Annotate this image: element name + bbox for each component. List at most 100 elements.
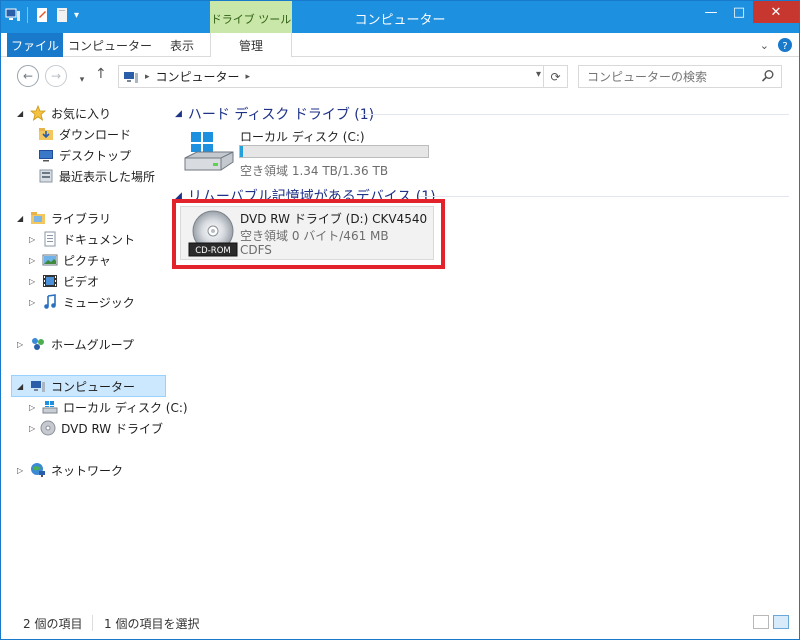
forward-button[interactable]: → bbox=[45, 65, 67, 87]
drive-tile-local-disk[interactable]: ローカル ディスク (C:) 空き領域 1.34 TB/1.36 TB bbox=[169, 124, 439, 178]
title-bar: ▾ ドライブ ツール コンピューター — □ ✕ bbox=[1, 1, 799, 33]
collapse-arrow-icon[interactable]: ◢ bbox=[17, 382, 25, 391]
group-title: ハード ディスク ドライブ (1) bbox=[187, 107, 375, 123]
nav-label: ミュージック bbox=[63, 295, 135, 310]
tiles-view-icon[interactable] bbox=[773, 615, 789, 629]
computer-icon bbox=[124, 71, 138, 83]
expand-arrow-icon[interactable]: ▷ bbox=[29, 235, 37, 244]
address-history-dropdown[interactable]: ▾ bbox=[536, 69, 541, 80]
address-bar[interactable]: ▸ コンピューター ▸ ▾ ⟳ bbox=[118, 65, 568, 88]
navigation-pane: ◢ お気に入り ダウンロード デスクトップ 最近表示した場所 ◢ ライブラリ ▷… bbox=[1, 97, 188, 607]
libraries-icon bbox=[31, 212, 45, 224]
search-input[interactable] bbox=[587, 69, 757, 84]
music-icon bbox=[44, 294, 56, 309]
nav-desktop[interactable]: デスクトップ bbox=[38, 145, 131, 165]
collapse-arrow-icon[interactable]: ◢ bbox=[17, 214, 25, 223]
breadcrumb-computer[interactable]: コンピューター bbox=[156, 68, 240, 85]
nav-libraries[interactable]: ◢ ライブラリ bbox=[17, 208, 111, 228]
nav-music[interactable]: ▷ ミュージック bbox=[29, 292, 135, 312]
help-icon[interactable]: ? bbox=[777, 37, 793, 53]
window-title: コンピューター bbox=[354, 13, 446, 28]
network-icon bbox=[31, 463, 45, 477]
nav-label: ドキュメント bbox=[63, 232, 136, 247]
up-button[interactable]: ↑ bbox=[95, 66, 107, 82]
disk-usage-fill bbox=[240, 146, 243, 157]
expand-arrow-icon[interactable]: ▷ bbox=[29, 277, 37, 286]
nav-label: ホームグループ bbox=[51, 337, 134, 352]
nav-local-disk[interactable]: ▷ ローカル ディスク (C:) bbox=[29, 397, 188, 417]
expand-arrow-icon[interactable]: ▷ bbox=[29, 403, 37, 412]
svg-text:?: ? bbox=[782, 41, 787, 52]
expand-arrow-icon[interactable]: ▷ bbox=[17, 466, 25, 475]
explorer-window: ▾ ドライブ ツール コンピューター — □ ✕ ファイル コンピューター 表示… bbox=[0, 0, 800, 640]
search-icon[interactable] bbox=[761, 69, 775, 83]
status-bar: 2 個の項目 1 個の項目を選択 bbox=[1, 607, 799, 639]
refresh-button[interactable]: ⟳ bbox=[543, 66, 567, 87]
highlight-annotation bbox=[172, 199, 445, 269]
nav-label: ビデオ bbox=[63, 274, 100, 289]
expand-arrow-icon[interactable]: ▷ bbox=[29, 424, 35, 433]
nav-label: ライブラリ bbox=[51, 211, 112, 226]
nav-label: ネットワーク bbox=[51, 463, 124, 478]
recent-places-icon bbox=[39, 169, 53, 183]
tab-view[interactable]: 表示 bbox=[157, 33, 207, 57]
breadcrumb-separator[interactable]: ▸ bbox=[246, 72, 251, 82]
nav-videos[interactable]: ▷ ビデオ bbox=[29, 271, 99, 291]
disk-usage-bar bbox=[239, 145, 429, 158]
address-toolbar: ← → ▾ ↑ ▸ コンピューター ▸ ▾ ⟳ bbox=[1, 58, 799, 94]
dvd-disc-icon bbox=[40, 420, 56, 436]
item-count: 2 個の項目 bbox=[23, 617, 83, 631]
nav-label: デスクトップ bbox=[59, 148, 132, 163]
videos-icon bbox=[43, 275, 57, 287]
search-box[interactable] bbox=[578, 65, 782, 88]
breadcrumb-separator[interactable]: ▸ bbox=[145, 72, 150, 82]
group-header-hdd[interactable]: ◢ ハード ディスク ドライブ (1) bbox=[175, 104, 374, 124]
nav-dvd-drive[interactable]: ▷ DVD RW ドライブ (D bbox=[29, 418, 167, 438]
nav-label: ダウンロード bbox=[59, 127, 132, 142]
homegroup-icon bbox=[32, 338, 44, 350]
collapse-arrow-icon[interactable]: ◢ bbox=[17, 109, 25, 118]
nav-label: 最近表示した場所 bbox=[59, 169, 156, 184]
back-button[interactable]: ← bbox=[17, 65, 39, 87]
status-separator bbox=[92, 615, 93, 631]
local-disk-icon bbox=[42, 401, 58, 414]
nav-computer[interactable]: ◢ コンピューター bbox=[11, 375, 166, 397]
tab-manage[interactable]: 管理 bbox=[210, 33, 292, 57]
ribbon-tabs: ファイル コンピューター 表示 管理 ⌄ ? bbox=[1, 33, 799, 57]
close-button[interactable]: ✕ bbox=[753, 1, 799, 23]
tab-computer[interactable]: コンピューター bbox=[67, 33, 153, 57]
recent-locations-button[interactable]: ▾ bbox=[75, 69, 89, 91]
nav-recent-places[interactable]: 最近表示した場所 bbox=[38, 166, 155, 186]
nav-documents[interactable]: ▷ ドキュメント bbox=[29, 229, 135, 249]
desktop-icon bbox=[39, 150, 53, 162]
minimize-button[interactable]: — bbox=[697, 1, 725, 23]
collapse-arrow-icon[interactable]: ◢ bbox=[175, 109, 182, 119]
documents-icon bbox=[44, 231, 56, 247]
window-controls: — □ ✕ bbox=[697, 1, 799, 23]
nav-homegroup[interactable]: ▷ ホームグループ bbox=[17, 334, 134, 354]
expand-arrow-icon[interactable]: ▷ bbox=[29, 298, 37, 307]
nav-network[interactable]: ▷ ネットワーク bbox=[17, 460, 123, 480]
group-divider bbox=[359, 114, 789, 115]
maximize-button[interactable]: □ bbox=[725, 1, 753, 23]
pictures-icon bbox=[42, 254, 58, 266]
details-view-icon[interactable] bbox=[753, 615, 769, 629]
downloads-folder-icon bbox=[39, 128, 53, 140]
drive-free-space: 空き領域 1.34 TB/1.36 TB bbox=[240, 164, 389, 178]
nav-pictures[interactable]: ▷ ピクチャ bbox=[29, 250, 111, 270]
nav-label: ピクチャ bbox=[63, 253, 111, 268]
group-divider bbox=[419, 196, 789, 197]
content-pane: ◢ ハード ディスク ドライブ (1) ローカル ディスク (C:) 空き領域 … bbox=[169, 97, 799, 607]
star-icon bbox=[30, 105, 46, 121]
computer-icon bbox=[31, 381, 45, 392]
expand-ribbon-icon[interactable]: ⌄ bbox=[760, 39, 769, 52]
nav-label: DVD RW ドライブ (D bbox=[61, 421, 167, 436]
view-switcher bbox=[753, 615, 789, 629]
expand-arrow-icon[interactable]: ▷ bbox=[17, 340, 25, 349]
expand-arrow-icon[interactable]: ▷ bbox=[29, 256, 37, 265]
local-disk-icon bbox=[184, 132, 234, 171]
nav-favorites[interactable]: ◢ お気に入り bbox=[17, 103, 111, 123]
tab-file[interactable]: ファイル bbox=[7, 33, 63, 57]
nav-downloads[interactable]: ダウンロード bbox=[38, 124, 131, 144]
nav-label: コンピューター bbox=[51, 379, 136, 394]
